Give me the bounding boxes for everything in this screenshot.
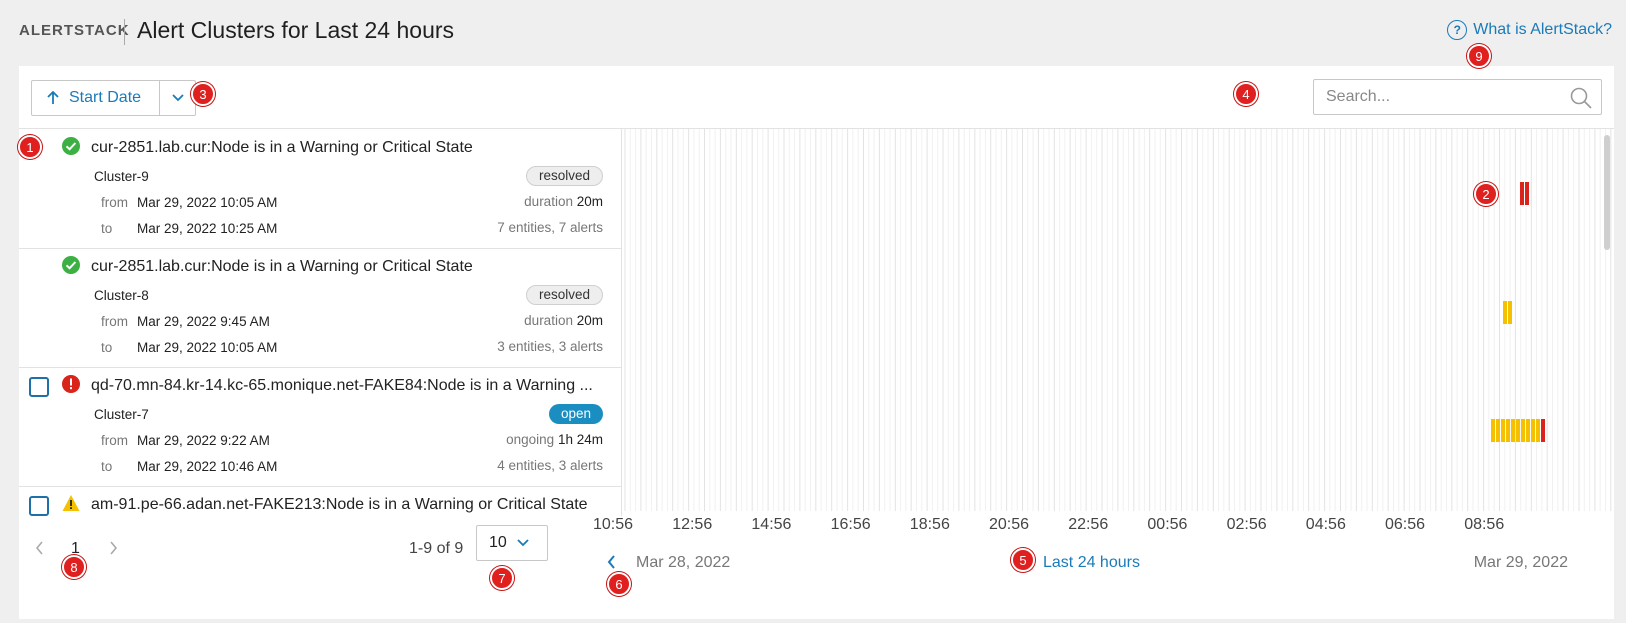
timeline-alert-bar[interactable] (1506, 419, 1510, 442)
annotation-marker-8: 8 (62, 555, 86, 579)
arrow-up-icon (47, 91, 59, 104)
timeline-alert-bar[interactable] (1531, 419, 1535, 442)
search-icon[interactable] (1569, 86, 1593, 110)
brand-divider (124, 19, 125, 45)
timeline-start-date: Mar 28, 2022 (636, 554, 731, 571)
cluster-list: cur-2851.lab.cur:Node is in a Warning or… (19, 129, 622, 516)
cluster-timeline (623, 129, 1614, 511)
sort-start-date-button[interactable]: Start Date (31, 80, 160, 116)
timeline-tick: 04:56 (1305, 516, 1346, 533)
chevron-down-icon (171, 94, 184, 102)
timeline-tick: 10:56 (593, 516, 634, 533)
duration: duration 20m (524, 313, 603, 328)
timeline-tick: 22:56 (1068, 516, 1109, 533)
timeline-alert-bar[interactable] (1503, 301, 1507, 324)
timeline-alert-bar[interactable] (1516, 419, 1520, 442)
status-badge: resolved (525, 166, 603, 186)
timeline-alert-bar[interactable] (1511, 419, 1515, 442)
timeline-tick: 02:56 (1226, 516, 1267, 533)
timeline-end-date: Mar 29, 2022 (1473, 554, 1568, 571)
timeline-alert-bar[interactable] (1501, 419, 1505, 442)
duration-value: 1h 24m (557, 432, 603, 447)
duration-label: duration (524, 313, 573, 328)
timeline-tick: 12:56 (672, 516, 713, 533)
page-title: Alert Clusters for Last 24 hours (137, 17, 455, 43)
timeline-alert-bar[interactable] (1525, 182, 1529, 205)
brand-label: ALERTSTACK (19, 22, 130, 39)
row-meta: resolved duration 20m 7 entities, 7 alerts (19, 129, 603, 249)
timeline-tick: 20:56 (989, 516, 1030, 533)
duration: ongoing 1h 24m (506, 432, 603, 447)
timeline-tick: 08:56 (1464, 516, 1505, 533)
help-link-label: What is AlertStack? (1473, 21, 1612, 38)
pager-prev-icon[interactable] (35, 541, 45, 555)
status-badge: open (548, 404, 603, 424)
duration-value: 20m (576, 313, 603, 328)
pager-next-icon[interactable] (108, 541, 118, 555)
sort-label: Start Date (69, 89, 142, 106)
timeline-tick: 16:56 (830, 516, 871, 533)
annotation-marker-6: 6 (607, 572, 631, 596)
timeline-tick: 18:56 (909, 516, 950, 533)
warning-icon (62, 495, 80, 511)
footer: 1 1-9 of 9 10 10:56 12:56 14:56 16:56 18:56 2… (19, 511, 1614, 619)
timeline-alert-bar[interactable] (1541, 419, 1545, 442)
chevron-down-icon (517, 539, 529, 547)
annotation-marker-4: 4 (1234, 82, 1258, 106)
status-badge: resolved (525, 285, 603, 305)
row-meta: resolved duration 20m 3 entities, 3 alerts (19, 248, 603, 368)
annotation-marker-7: 7 (490, 566, 514, 590)
timeline-alert-bar[interactable] (1491, 419, 1495, 442)
alert-clusters-panel: Start Date cur-2851.lab.cur:Node is in a… (19, 66, 1614, 619)
duration-label: duration (524, 194, 573, 209)
entity-count: 3 entities, 3 alerts (497, 339, 603, 354)
timeline-tick: 14:56 (751, 516, 792, 533)
search-box (1313, 79, 1602, 115)
timeline-alert-bar[interactable] (1526, 419, 1530, 442)
timeline-scrollbar[interactable] (1604, 135, 1610, 250)
timeline-tick: 06:56 (1385, 516, 1426, 533)
duration-value: 20m (576, 194, 603, 209)
annotation-marker-1: 1 (18, 135, 42, 159)
annotation-marker-9: 9 (1467, 44, 1491, 68)
result-range: 1-9 of 9 (409, 540, 464, 557)
sort-options-dropdown[interactable] (160, 80, 196, 116)
row-meta: open ongoing 1h 24m 4 entities, 3 alerts (19, 367, 603, 487)
toolbar: Start Date (19, 66, 1614, 129)
entity-count: 4 entities, 3 alerts (497, 458, 603, 473)
timeline-chart (624, 129, 1612, 511)
timeline-range-link[interactable]: Last 24 hours (1043, 554, 1140, 572)
question-circle-icon: ? (1447, 20, 1468, 40)
duration: duration 20m (524, 194, 603, 209)
cluster-row[interactable]: cur-2851.lab.cur:Node is in a Warning or… (19, 248, 621, 368)
timeline-alert-bar[interactable] (1521, 419, 1525, 442)
timeline-alert-bar[interactable] (1496, 419, 1500, 442)
timeline-axis: 10:56 12:56 14:56 16:56 18:56 20:56 22:56 00:56… (593, 511, 1614, 541)
annotation-marker-2: 2 (1474, 182, 1498, 206)
page-header: ALERTSTACK Alert Clusters for Last 24 ho… (0, 0, 1626, 66)
what-is-alertstack-link[interactable]: ? What is AlertStack? (1447, 20, 1612, 40)
per-page-select[interactable]: 10 (476, 525, 548, 561)
annotation-marker-5: 5 (1011, 548, 1035, 572)
timeline-alert-bar[interactable] (1520, 182, 1524, 205)
cluster-row[interactable]: cur-2851.lab.cur:Node is in a Warning or… (19, 129, 621, 249)
timeline-alert-bar[interactable] (1508, 301, 1512, 324)
duration-label: ongoing (506, 432, 555, 447)
per-page-value: 10 (489, 534, 507, 551)
timeline-alert-bar[interactable] (1536, 419, 1540, 442)
timeline-prev-icon[interactable] (607, 555, 617, 569)
entity-count: 7 entities, 7 alerts (497, 220, 603, 235)
search-input[interactable] (1326, 88, 1566, 106)
annotation-marker-3: 3 (191, 82, 215, 106)
cluster-row[interactable]: qd-70.mn-84.kr-14.kc-65.monique.net-FAKE… (19, 367, 621, 487)
timeline-tick: 00:56 (1147, 516, 1188, 533)
